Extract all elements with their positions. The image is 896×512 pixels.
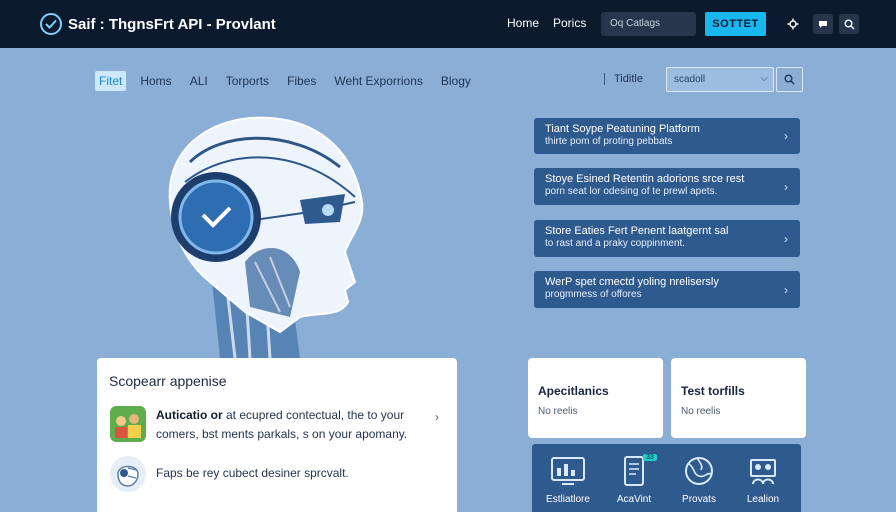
subnav-item-blogy[interactable]: Blogy xyxy=(437,71,475,91)
list-item[interactable]: Auticatio or at ecupred contectual, the … xyxy=(110,406,426,444)
quick-action-label: AcaVint xyxy=(616,494,652,505)
robot-head-illustration xyxy=(168,116,364,358)
overview-panel: Scopearr appenise Auticatio or at ecupre… xyxy=(97,358,457,512)
divider xyxy=(604,73,605,85)
check-circle-icon xyxy=(40,13,62,35)
list-item-bold: Auticatio or xyxy=(156,408,223,422)
quick-actions-panel: Estliatlore 33 AcaVint Provats Lealion xyxy=(532,444,801,512)
feature-card[interactable]: Tiant Soype Peatuning Platform thirte po… xyxy=(534,118,800,154)
panel-title: Scopearr appenise xyxy=(109,373,227,389)
filter-label: Tiditle xyxy=(614,73,643,85)
chevron-right-icon: › xyxy=(784,282,788,297)
nav-home[interactable]: Home xyxy=(507,16,539,30)
nav-porics[interactable]: Porics xyxy=(553,16,586,30)
subnav-item-ali[interactable]: ALI xyxy=(186,71,212,91)
quick-action-label: Provats xyxy=(682,494,716,505)
list-item-text: Auticatio or at ecupred contectual, the … xyxy=(156,406,426,444)
gear-icon[interactable] xyxy=(783,14,803,34)
list-item[interactable]: Faps be rey cubect desiner sprcvalt. xyxy=(110,456,426,492)
feature-title: Store Eaties Fert Penent laatgernt sal xyxy=(545,225,729,237)
filter-search-button[interactable] xyxy=(776,67,803,92)
search-icon xyxy=(784,74,795,85)
subnav-item-fitet[interactable]: Fitet xyxy=(95,71,127,91)
people-icon xyxy=(750,459,776,485)
cta-button[interactable]: SOTTET xyxy=(705,12,766,36)
quick-action-label: Estliatlore xyxy=(546,494,590,505)
feature-subtitle: thirte pom of proting pebbats xyxy=(545,136,673,147)
chevron-right-icon: › xyxy=(784,179,788,194)
team-thumbnail-icon xyxy=(110,406,146,442)
feature-title: Stoye Esined Retentin adorions srce rest xyxy=(545,173,745,185)
chevron-right-icon: › xyxy=(784,129,788,143)
feature-subtitle: porn seat lor odesing of te prewl apets. xyxy=(545,186,718,197)
filter-input[interactable]: scadoll ⌵ xyxy=(666,67,774,92)
subnav-item-exporrions[interactable]: Weht Exporrions xyxy=(330,71,426,91)
brand[interactable]: Saif : ThgnsFrt API - Provlant xyxy=(40,13,276,35)
feature-subtitle: to rast and a praky coppinment. xyxy=(545,238,686,249)
search-icon[interactable] xyxy=(839,14,859,34)
stat-card-subtitle: No reelis xyxy=(538,406,578,417)
top-bar: Saif : ThgnsFrt API - Provlant Home Pori… xyxy=(0,0,896,48)
chat-icon[interactable] xyxy=(813,14,833,34)
subnav-item-fibes[interactable]: Fibes xyxy=(283,71,320,91)
brand-name: Saif : ThgnsFrt API - Provlant xyxy=(68,15,276,33)
stat-card[interactable]: Apecitlanics No reelis xyxy=(528,358,663,438)
feature-card[interactable]: WerP spet cmectd yoling nrelisersly prog… xyxy=(534,271,800,308)
globe-icon xyxy=(685,457,713,485)
stat-card[interactable]: Test torfills No reelis xyxy=(671,358,806,438)
feature-title: WerP spet cmectd yoling nrelisersly xyxy=(545,276,719,288)
quick-action-estliatlore[interactable]: Estliatlore xyxy=(537,456,599,505)
list-item-text: Faps be rey cubect desiner sprcvalt. xyxy=(156,466,349,480)
filter-placeholder: scadoll xyxy=(674,74,706,85)
quick-action-acavint[interactable]: 33 AcaVint xyxy=(603,454,665,505)
quick-action-provats[interactable]: Provats xyxy=(668,456,730,505)
top-search-input[interactable]: Oq Catlags xyxy=(601,12,696,36)
feature-title: Tiant Soype Peatuning Platform xyxy=(545,123,700,135)
feature-subtitle: progmmess of offores xyxy=(545,289,642,300)
quick-action-lealion[interactable]: Lealion xyxy=(732,456,794,505)
dashboard-icon xyxy=(551,457,585,485)
chevron-right-icon[interactable]: › xyxy=(435,410,439,424)
stat-card-title: Apecitlanics xyxy=(538,384,609,398)
chevron-right-icon: › xyxy=(784,231,788,246)
feature-card[interactable]: Store Eaties Fert Penent laatgernt sal t… xyxy=(534,220,800,257)
count-badge: 33 xyxy=(643,454,657,461)
quick-action-label: Lealion xyxy=(746,494,780,505)
chevron-down-icon: ⌵ xyxy=(760,73,768,84)
subnav-item-torports[interactable]: Torports xyxy=(222,71,273,91)
stat-card-title: Test torfills xyxy=(681,384,745,398)
feature-card[interactable]: Stoye Esined Retentin adorions srce rest… xyxy=(534,168,800,205)
secondary-nav: Fitet Homs ALI Torports Fibes Weht Expor… xyxy=(95,71,485,91)
subnav-item-homs[interactable]: Homs xyxy=(136,71,175,91)
robot-thumbnail-icon xyxy=(110,456,146,492)
stat-card-subtitle: No reelis xyxy=(681,406,721,417)
